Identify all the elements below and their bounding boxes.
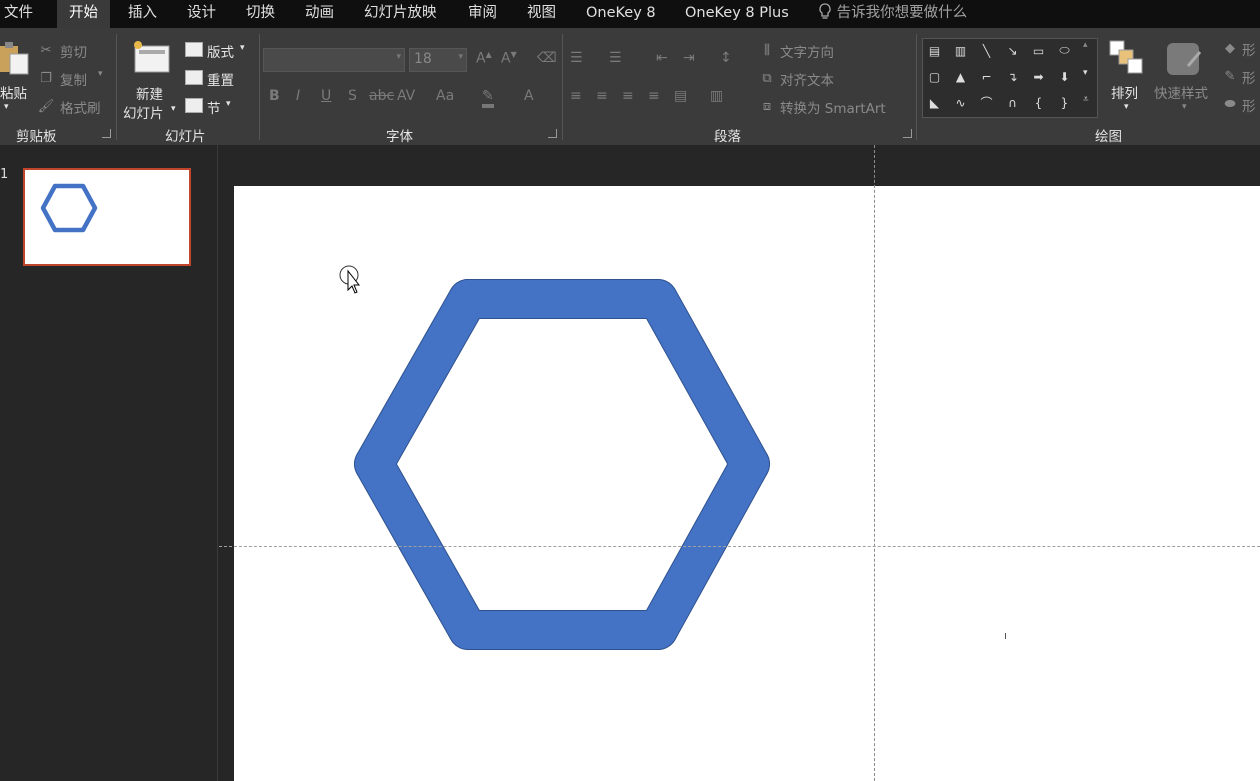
vertical-guide[interactable] [874, 145, 875, 781]
mouse-cursor-icon [339, 265, 361, 294]
hex-bar-upper-left[interactable] [355, 280, 487, 483]
text-caret [1005, 633, 1006, 639]
horizontal-guide[interactable] [219, 546, 1260, 547]
hex-bar-lower-right[interactable] [639, 445, 769, 649]
hex-bar-upper-right[interactable] [639, 280, 769, 483]
hexagon-shape-group [354, 279, 770, 650]
hex-bar-lower-left[interactable] [355, 445, 487, 649]
